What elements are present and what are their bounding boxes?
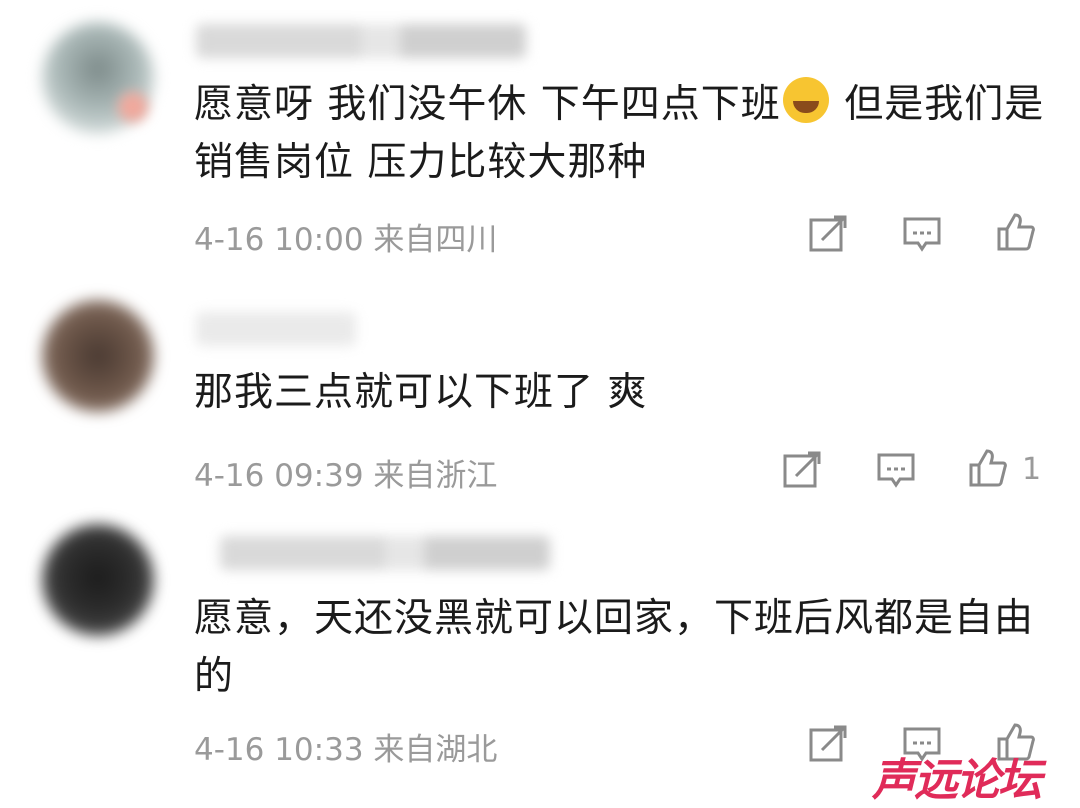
- comment-text-part: 愿意呀 我们没午休 下午四点下班: [194, 82, 781, 127]
- like-icon[interactable]: [996, 212, 1036, 252]
- comment-text: 那我三点就可以下班了 爽: [194, 370, 648, 415]
- share-icon[interactable]: [782, 450, 822, 490]
- watermark-logo: 声远论坛: [872, 755, 1042, 806]
- avatar-badge: [118, 92, 148, 122]
- like-count: 1: [1022, 452, 1042, 487]
- comment-text: 愿意呀 我们没午休 下午四点下班 但是我们是销售岗位 压力比较大那种: [194, 76, 1054, 192]
- comment-meta: 4-16 10:00 来自四川: [194, 222, 498, 258]
- comment-text: 愿意，天还没黑就可以回家，下班后风都是自由的: [194, 596, 1035, 699]
- share-icon[interactable]: [808, 214, 848, 254]
- avatar[interactable]: [42, 524, 154, 636]
- comment-meta: 4-16 09:39 来自浙江: [194, 458, 498, 494]
- like-icon[interactable]: [968, 448, 1008, 488]
- username-blurred[interactable]: [220, 536, 550, 570]
- comment-meta: 4-16 10:33 来自湖北: [194, 732, 498, 768]
- comment-icon[interactable]: [876, 450, 916, 490]
- username-blurred[interactable]: [196, 312, 356, 346]
- avatar[interactable]: [42, 300, 154, 412]
- crying-laughing-emoji-icon: [782, 77, 829, 123]
- share-icon[interactable]: [808, 724, 848, 764]
- username-blurred[interactable]: [196, 24, 526, 58]
- comment-icon[interactable]: [902, 214, 942, 254]
